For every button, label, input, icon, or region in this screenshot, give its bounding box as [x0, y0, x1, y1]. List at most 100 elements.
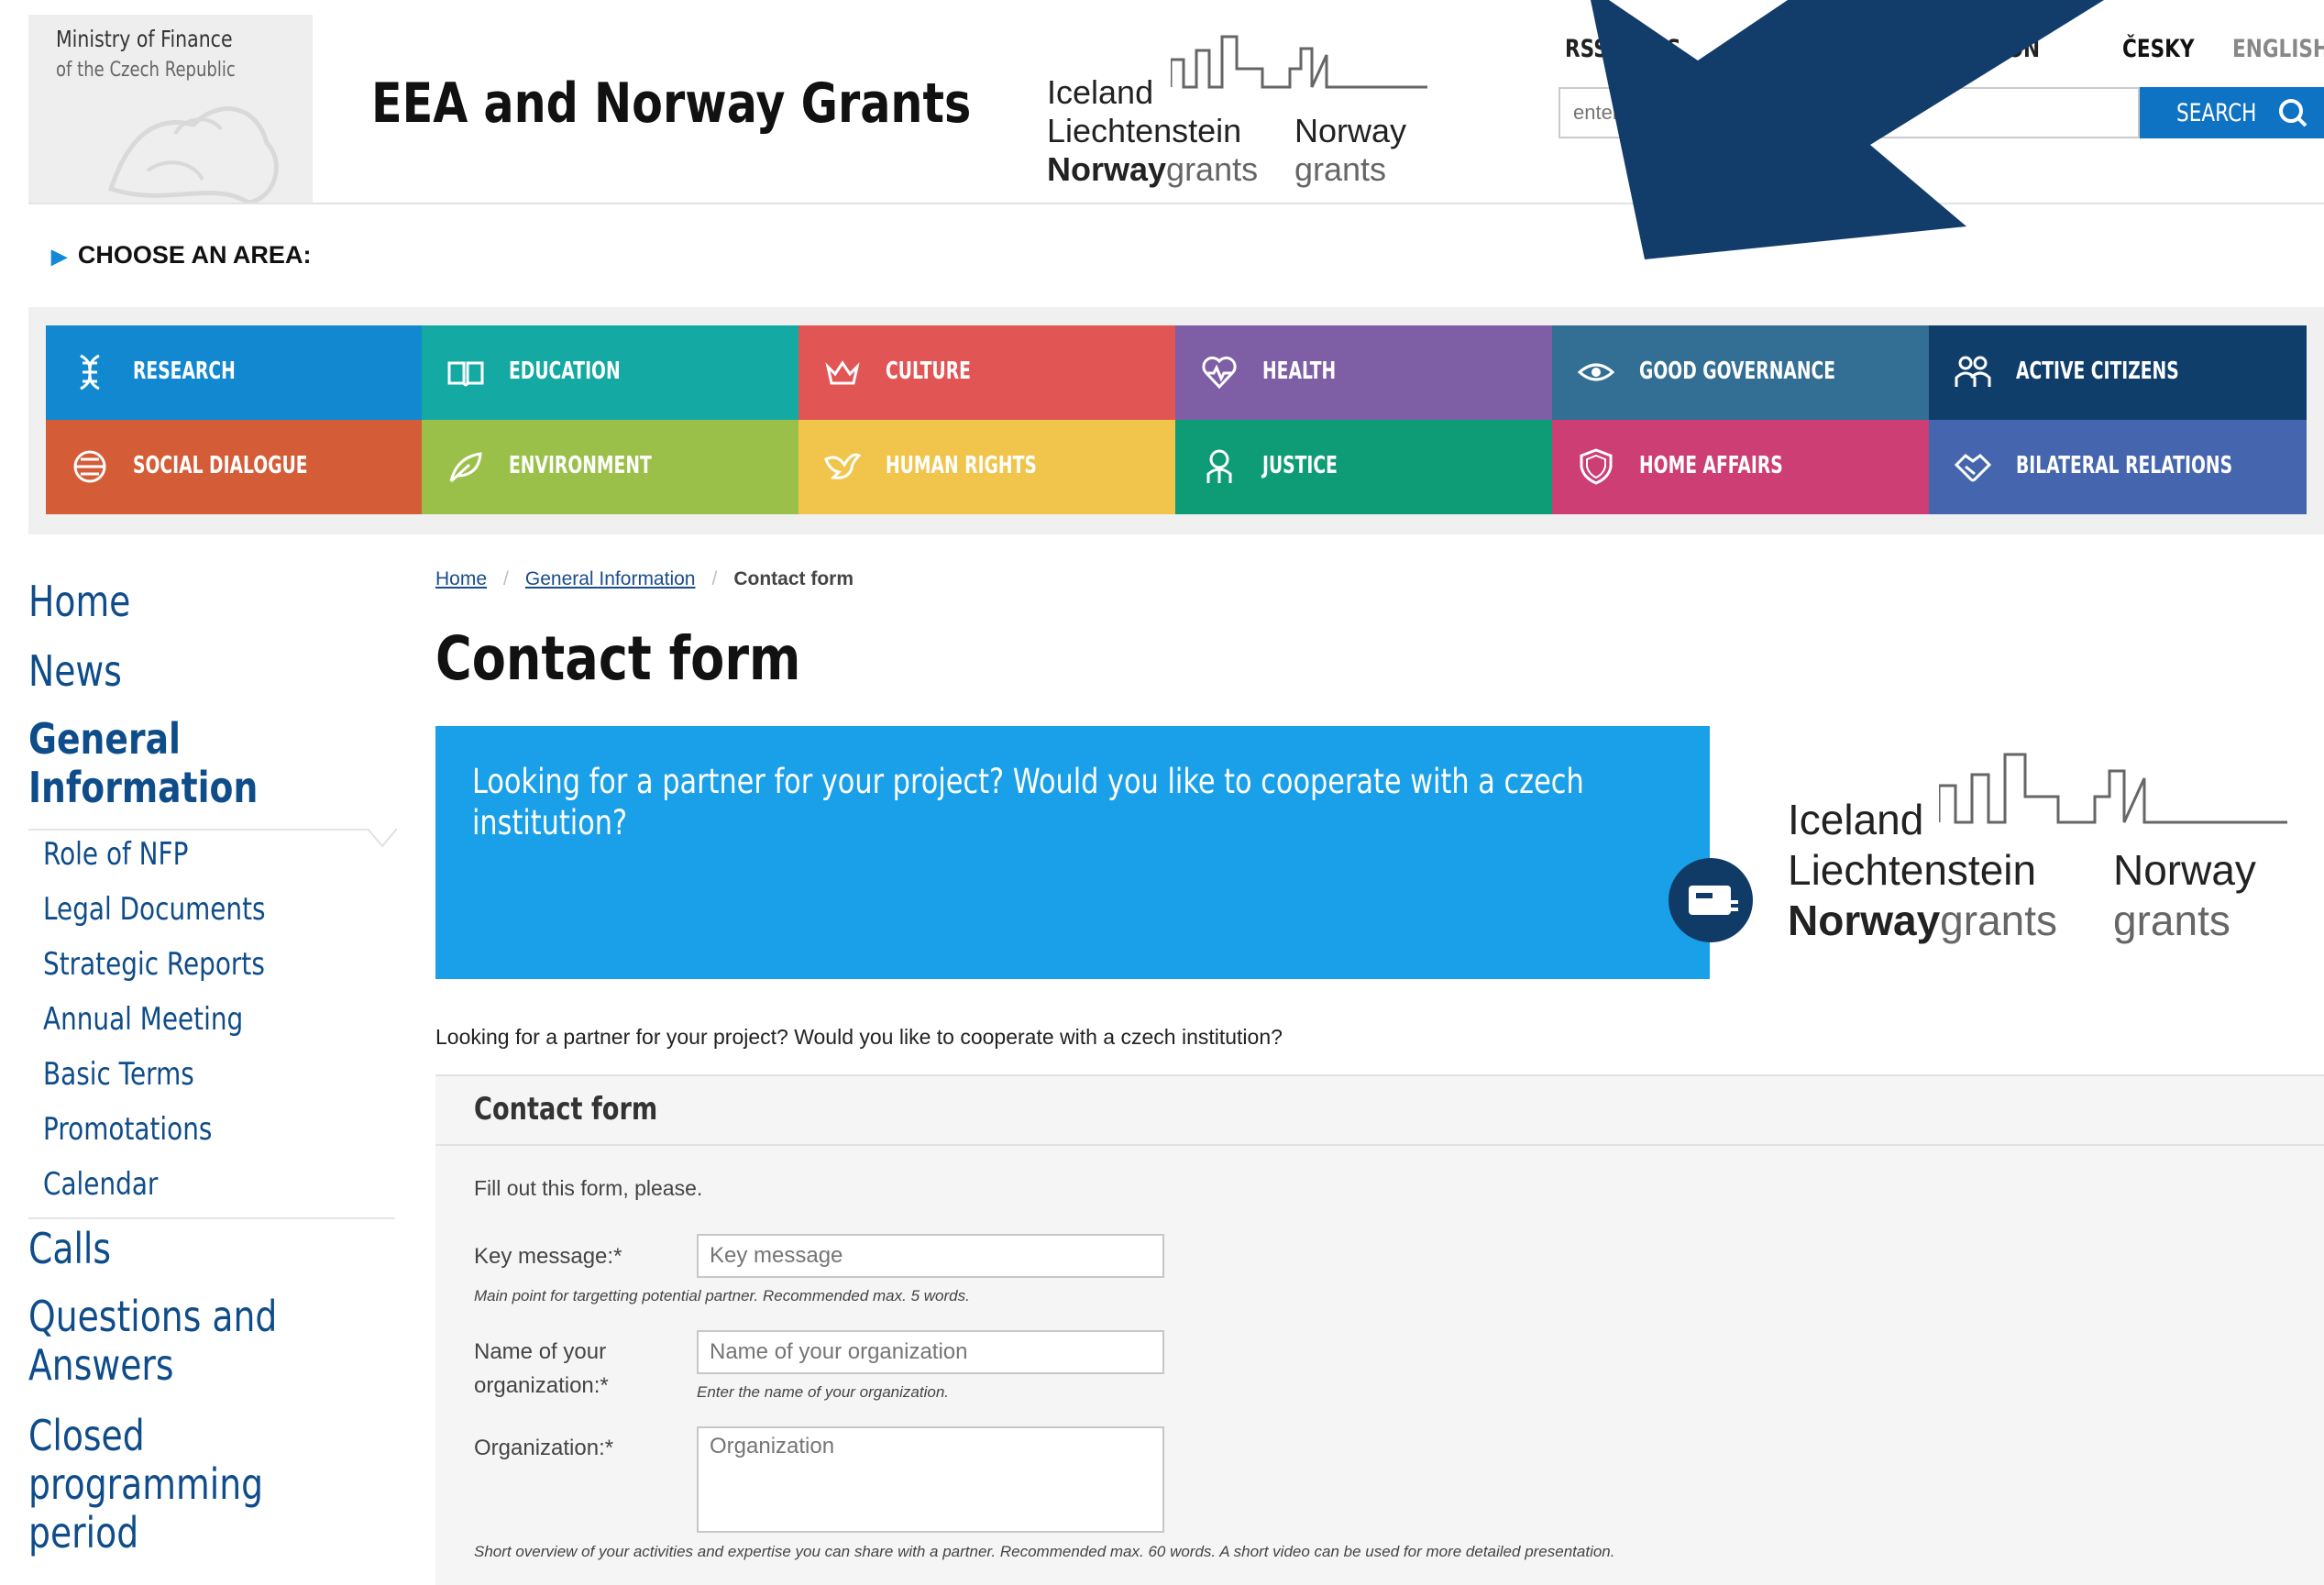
area-label: CULTURE: [886, 358, 971, 385]
banner: Looking for a partner for your project? …: [435, 726, 1710, 979]
nav-active-divider: [28, 829, 377, 831]
version-link[interactable]: VERSION: [1941, 35, 2040, 63]
logo-grants-word: grants: [1166, 150, 1259, 188]
grants-logo-header[interactable]: Iceland Liechtenstein Norwaygrants Norwa…: [1047, 32, 1432, 188]
area-good-governance[interactable]: GOOD GOVERNANCE: [1552, 325, 1929, 420]
search-input[interactable]: [1559, 87, 2140, 138]
people-icon: [1955, 356, 1991, 387]
area-education[interactable]: EDUCATION: [422, 325, 799, 420]
page-title: Contact form: [435, 623, 801, 694]
nav-sub-calendar[interactable]: Calendar: [43, 1166, 158, 1203]
banner-text: Looking for a partner for your project? …: [472, 762, 1584, 842]
nav-sub-annual-meeting[interactable]: Annual Meeting: [43, 1001, 243, 1038]
form-heading: Contact form: [474, 1091, 658, 1128]
header-divider: [28, 203, 2324, 204]
banner-badge: [1669, 858, 1753, 942]
dialogue-icon: [73, 450, 106, 483]
logo-norway-word: Norway: [1047, 150, 1167, 188]
area-grid: RESEARCH EDUCATION CULTURE HEALTH GOOD G…: [46, 325, 2307, 514]
nav-closed-programming-period[interactable]: Closed programming period: [28, 1412, 263, 1557]
id-card-icon: [1689, 886, 1738, 915]
area-research[interactable]: RESEARCH: [46, 325, 422, 420]
nav-closed-line1: Closed: [28, 1411, 145, 1460]
area-label: ENVIRONMENT: [509, 452, 652, 479]
lion-emblem-icon: [107, 106, 279, 203]
area-label: HEALTH: [1262, 358, 1337, 385]
czech-language-link[interactable]: ČESKY: [2122, 35, 2195, 63]
area-home-affairs[interactable]: HOME AFFAIRS: [1552, 420, 1929, 514]
choose-area-text: CHOOSE AN AREA:: [77, 241, 312, 269]
nav-sub-role-of-nfp[interactable]: Role of NFP: [43, 836, 188, 873]
area-justice[interactable]: JUSTICE: [1175, 420, 1552, 514]
form-intro: Fill out this form, please.: [474, 1176, 703, 1200]
area-human-rights[interactable]: HUMAN RIGHTS: [799, 420, 1175, 514]
org-name-label: Name of your organization:*: [474, 1335, 609, 1403]
key-message-input[interactable]: [697, 1234, 1164, 1278]
nav-general-line1: General: [28, 714, 181, 764]
org-name-help: Enter the name of your organization.: [697, 1383, 949, 1401]
logo-liechtenstein: Liechtenstein: [1788, 846, 2037, 894]
nav-sub-strategic-reports[interactable]: Strategic Reports: [43, 946, 265, 983]
area-label: HUMAN RIGHTS: [886, 452, 1037, 479]
book-icon: [447, 361, 484, 387]
area-label: SOCIAL DIALOGUE: [133, 452, 308, 479]
logo-norway-bold: Norwaygrants: [1788, 896, 2057, 945]
breadcrumb-general-information[interactable]: General Information: [525, 568, 696, 589]
nav-sub-promotations[interactable]: Promotations: [43, 1111, 212, 1148]
area-social-dialogue[interactable]: SOCIAL DIALOGUE: [46, 420, 422, 514]
area-health[interactable]: HEALTH: [1175, 325, 1552, 420]
nav-questions-answers[interactable]: Questions and Answers: [28, 1293, 277, 1390]
area-environment[interactable]: ENVIRONMENT: [422, 420, 799, 514]
eye-icon: [1578, 363, 1614, 381]
dove-icon: [824, 453, 861, 479]
ministry-logo[interactable]: Ministry of Finance of the Czech Republi…: [28, 15, 313, 203]
nav-news[interactable]: News: [28, 647, 122, 696]
organization-textarea[interactable]: [697, 1426, 1164, 1533]
intro-text: Looking for a partner for your project? …: [435, 1025, 1283, 1049]
site-title[interactable]: EEA and Norway Grants: [371, 72, 971, 136]
english-language-link[interactable]: ENGLISH: [2232, 35, 2324, 63]
key-message-help: Main point for targetting potential part…: [474, 1287, 970, 1304]
nav-qa-line2: Answers: [28, 1340, 174, 1390]
nav-calls[interactable]: Calls: [28, 1225, 111, 1273]
breadcrumb-home[interactable]: Home: [435, 568, 487, 589]
choose-area-label: ▶ CHOOSE AN AREA:: [51, 241, 311, 270]
triangle-right-icon: ▶: [51, 245, 67, 268]
nav-general-information[interactable]: General Information: [28, 715, 258, 812]
crown-icon: [825, 360, 860, 385]
area-label: HOME AFFAIRS: [1639, 452, 1783, 479]
nav-sub-basic-terms[interactable]: Basic Terms: [43, 1056, 194, 1093]
area-label: JUSTICE: [1262, 452, 1338, 479]
logo-norway-right: Norway: [2113, 846, 2256, 894]
nav-caret-icon: [368, 828, 397, 848]
organization-help: Short overview of your activities and ex…: [474, 1543, 1615, 1560]
breadcrumb-separator: /: [503, 568, 509, 589]
breadcrumb: Home / General Information / Contact form: [435, 568, 854, 590]
search-button[interactable]: SEARCH: [2140, 87, 2324, 138]
nav-closed-line3: period: [28, 1508, 139, 1557]
heartbeat-icon: [1202, 356, 1237, 390]
logo-iceland: Iceland: [1047, 73, 1154, 111]
logo-grants-right: grants: [2113, 897, 2230, 944]
rss-news-link[interactable]: RSS NEWS: [1565, 35, 1681, 63]
grants-logo-banner: Iceland Liechtenstein Norwaygrants Norwa…: [1788, 749, 2301, 960]
breadcrumb-current: Contact form: [733, 568, 854, 589]
breadcrumb-separator: /: [711, 568, 718, 589]
logo-liechtenstein: Liechtenstein: [1047, 112, 1242, 149]
logo-norway-bold: Norwaygrants: [1047, 150, 1258, 189]
logo-iceland: Iceland: [1788, 796, 1924, 843]
org-name-label-line1: Name of your: [474, 1339, 607, 1364]
banner-logo-area: Iceland Liechtenstein Norwaygrants Norwa…: [1710, 726, 2324, 979]
org-name-input[interactable]: [697, 1330, 1164, 1374]
nav-qa-line1: Questions and: [28, 1292, 278, 1341]
nav-general-line2: Information: [28, 763, 259, 812]
nav-home[interactable]: Home: [28, 578, 130, 626]
area-bilateral-relations[interactable]: BILATERAL RELATIONS: [1929, 420, 2307, 514]
search-button-label: SEARCH: [2176, 98, 2257, 127]
nav-sub-legal-documents[interactable]: Legal Documents: [43, 891, 266, 928]
area-culture[interactable]: CULTURE: [799, 325, 1175, 420]
logo-grants-right: grants: [1294, 150, 1387, 188]
nav-closed-line2: programming: [28, 1459, 264, 1509]
area-active-citizens[interactable]: ACTIVE CITIZENS: [1929, 325, 2307, 420]
area-label: EDUCATION: [509, 358, 621, 385]
